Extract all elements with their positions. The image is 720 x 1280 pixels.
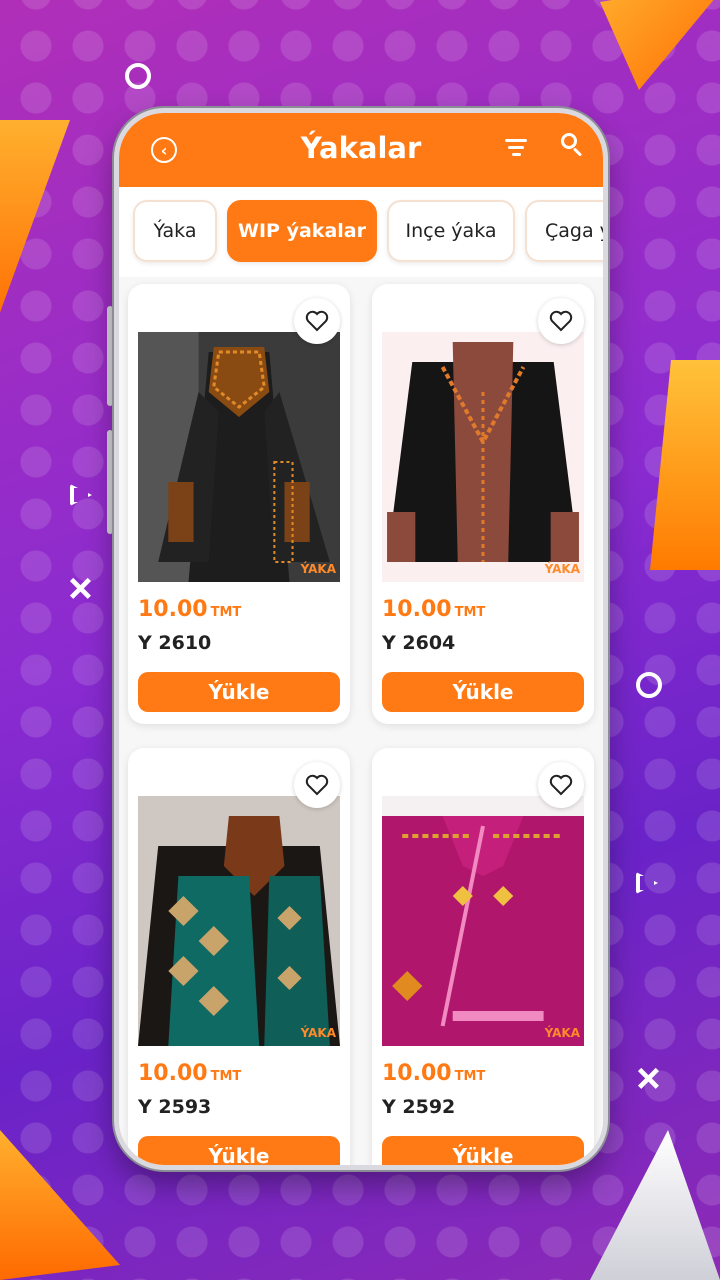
product-card[interactable]: ÝAKA 10.00 TMT Y 2592 Ýükle	[372, 748, 594, 1165]
product-image[interactable]: ÝAKA	[138, 332, 340, 582]
product-code: Y 2604	[382, 632, 456, 654]
product-card[interactable]: ÝAKA 10.00 TMT Y 2610 Ýükle	[128, 284, 350, 724]
tab-wip-yakalar[interactable]: WIP ýakalar	[227, 200, 377, 262]
decorative-circle	[636, 672, 662, 698]
filter-icon	[505, 139, 527, 142]
product-card[interactable]: ÝAKA 10.00 TMT Y 2593 Ýükle	[128, 748, 350, 1165]
product-code: Y 2593	[138, 1096, 212, 1118]
product-price: 10.00 TMT	[382, 597, 486, 622]
page-title: Ýakalar	[300, 131, 422, 165]
heart-icon	[549, 310, 573, 332]
phone-side-button	[107, 306, 113, 406]
download-button[interactable]: Ýükle	[382, 672, 584, 712]
phone-side-button	[107, 430, 113, 534]
product-card[interactable]: ÝAKA 10.00 TMT Y 2604 Ýükle	[372, 284, 594, 724]
app-bar: ‹ Ýakalar	[119, 113, 603, 187]
download-button[interactable]: Ýükle	[382, 1136, 584, 1165]
product-image[interactable]: ÝAKA	[382, 332, 584, 582]
product-code: Y 2610	[138, 632, 212, 654]
product-price: 10.00 TMT	[138, 1061, 242, 1086]
product-price: 10.00 TMT	[138, 597, 242, 622]
filter-button[interactable]	[505, 139, 527, 160]
product-grid: ÝAKA 10.00 TMT Y 2610 Ýükle ÝAKA 10.00 T…	[119, 277, 603, 1165]
tab-ince-yaka[interactable]: Inçe ýaka	[387, 200, 515, 262]
category-tabs: Ýaka WIP ýakalar Inçe ýaka Çaga ýaka	[119, 187, 603, 277]
product-price: 10.00 TMT	[382, 1061, 486, 1086]
favorite-button[interactable]	[294, 298, 340, 344]
decorative-circle	[125, 63, 151, 89]
favorite-button[interactable]	[538, 762, 584, 808]
product-code: Y 2592	[382, 1096, 456, 1118]
heart-icon	[305, 310, 329, 332]
heart-icon	[305, 774, 329, 796]
download-button[interactable]: Ýükle	[138, 1136, 340, 1165]
phone-frame: ‹ Ýakalar Ýaka WIP ýakalar Inçe ýaka Çag…	[114, 108, 608, 1170]
product-image[interactable]: ÝAKA	[382, 796, 584, 1046]
favorite-button[interactable]	[294, 762, 340, 808]
heart-icon	[549, 774, 573, 796]
tab-caga-yaka[interactable]: Çaga ýaka	[525, 200, 603, 262]
download-button[interactable]: Ýükle	[138, 672, 340, 712]
product-image[interactable]: ÝAKA	[138, 796, 340, 1046]
favorite-button[interactable]	[538, 298, 584, 344]
tab-yaka[interactable]: Ýaka	[133, 200, 217, 262]
search-button[interactable]	[561, 133, 585, 159]
